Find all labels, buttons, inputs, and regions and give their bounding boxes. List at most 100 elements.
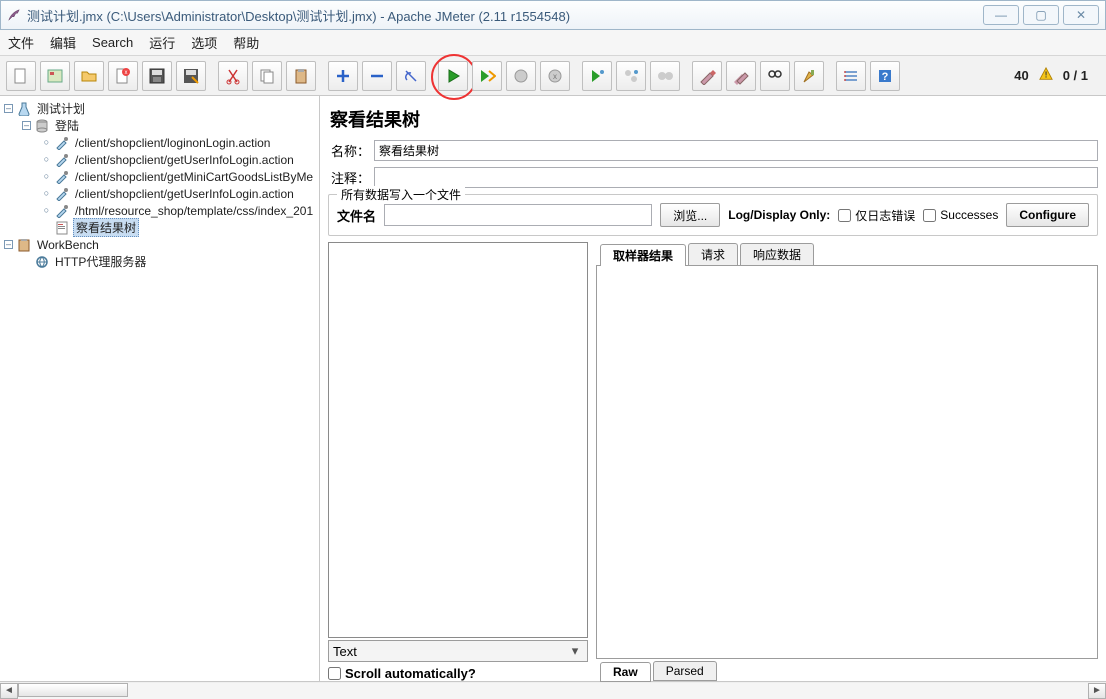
tab-parsed[interactable]: Parsed [653,661,717,681]
tab-response[interactable]: 响应数据 [740,243,814,265]
save-as-button[interactable] [176,61,206,91]
scroll-right-icon[interactable]: ► [1088,683,1106,699]
clear-button[interactable] [692,61,722,91]
leaf-icon: ○ [42,172,51,181]
menu-bar: 文件 编辑 Search 运行 选项 帮助 [0,30,1106,56]
leaf-icon: ○ [42,155,51,164]
remote-start-button[interactable] [582,61,612,91]
right-panel: 察看结果树 名称： 注释： 所有数据写入一个文件 文件名 浏览... Log/D… [320,96,1106,681]
toggle-icon[interactable]: – [4,240,13,249]
toggle-icon[interactable]: – [4,104,13,113]
new-button[interactable] [6,61,36,91]
dropper-icon [55,187,69,201]
tree-sampler[interactable]: ○/client/shopclient/getUserInfoLogin.act… [0,185,319,202]
scroll-thumb[interactable] [18,683,128,697]
start-button[interactable] [438,61,468,91]
close-button[interactable]: ✕ [1063,5,1099,25]
filename-input[interactable] [384,204,652,226]
dropper-icon [55,204,69,218]
tree-sampler[interactable]: ○/client/shopclient/getMiniCartGoodsList… [0,168,319,185]
tab-sampler-result[interactable]: 取样器结果 [600,244,686,266]
menu-search[interactable]: Search [92,35,133,50]
panel-title: 察看结果树 [328,102,1098,140]
name-input[interactable] [374,140,1098,161]
warning-icon: ! [1039,67,1053,84]
toolbar: x x ? 40 ! 0 / 1 [0,56,1106,96]
help-button[interactable]: ? [870,61,900,91]
logdisplay-label: Log/Display Only: [728,208,830,222]
results-list[interactable] [328,242,588,638]
page-icon [55,221,69,235]
remote-start-all-button[interactable] [616,61,646,91]
expand-button[interactable] [328,61,358,91]
horizontal-scrollbar[interactable]: ◄ ► [0,681,1106,699]
shutdown-button[interactable]: x [540,61,570,91]
tree-root[interactable]: – 测试计划 [0,100,319,117]
remote-stop-button[interactable] [650,61,680,91]
window-controls: — ▢ ✕ [979,5,1099,25]
toggle-icon[interactable]: – [22,121,31,130]
dropper-icon [55,136,69,150]
copy-button[interactable] [252,61,282,91]
dropper-icon [55,170,69,184]
function-helper-button[interactable] [836,61,866,91]
status-count: 40 [1014,68,1028,83]
tree-sampler[interactable]: ○/client/shopclient/getUserInfoLogin.act… [0,151,319,168]
leaf-icon: ○ [42,206,51,215]
leaf-icon: ○ [42,189,51,198]
status-ratio: 0 / 1 [1063,68,1088,83]
result-tabs: 取样器结果 请求 响应数据 [596,242,1098,266]
tab-raw[interactable]: Raw [600,662,651,682]
save-button[interactable] [142,61,172,91]
scroll-left-icon[interactable]: ◄ [0,683,18,699]
tree-workbench[interactable]: – WorkBench [0,236,319,253]
renderer-combo[interactable]: Text ▾ [328,640,588,662]
reset-search-button[interactable] [794,61,824,91]
status-area: 40 ! 0 / 1 [1014,67,1102,84]
errors-only-checkbox[interactable]: 仅日志错误 [838,207,915,224]
tree-listener-selected[interactable]: 察看结果树 [0,219,319,236]
comment-row: 注释： [328,167,1098,188]
paste-button[interactable] [286,61,316,91]
filename-label: 文件名 [337,206,376,225]
start-no-pause-button[interactable] [472,61,502,91]
menu-run[interactable]: 运行 [149,33,175,52]
app-icon [7,8,21,22]
leaf-icon: ○ [42,138,51,147]
tree-thread-group[interactable]: – 登陆 [0,117,319,134]
menu-file[interactable]: 文件 [8,33,34,52]
svg-text:x: x [125,70,128,76]
cut-button[interactable] [218,61,248,91]
scroll-auto-checkbox[interactable]: Scroll automatically? [328,662,588,681]
flask-icon [17,102,31,116]
dropper-icon [55,153,69,167]
results-right: 取样器结果 请求 响应数据 Raw Parsed [596,242,1098,681]
collapse-button[interactable] [362,61,392,91]
menu-edit[interactable]: 编辑 [50,33,76,52]
scroll-track[interactable] [18,683,1088,699]
menu-help[interactable]: 帮助 [233,33,259,52]
close-file-button[interactable]: x [108,61,138,91]
menu-options[interactable]: 选项 [191,33,217,52]
successes-checkbox[interactable]: Successes [923,208,998,222]
tree-sampler[interactable]: ○/client/shopclient/loginonLogin.action [0,134,319,151]
name-row: 名称： [328,140,1098,161]
svg-text:x: x [553,72,557,81]
clear-all-button[interactable] [726,61,756,91]
search-toolbar-button[interactable] [760,61,790,91]
toggle-button[interactable] [396,61,426,91]
comment-input[interactable] [374,167,1098,188]
tab-request[interactable]: 请求 [688,243,738,265]
minimize-button[interactable]: — [983,5,1019,25]
configure-button[interactable]: Configure [1006,203,1089,227]
svg-text:!: ! [1044,71,1047,80]
chevron-down-icon: ▾ [567,643,583,659]
templates-button[interactable] [40,61,70,91]
browse-button[interactable]: 浏览... [660,203,720,227]
open-button[interactable] [74,61,104,91]
maximize-button[interactable]: ▢ [1023,5,1059,25]
window-title: 测试计划.jmx (C:\Users\Administrator\Desktop… [27,6,570,25]
tree-proxy[interactable]: HTTP代理服务器 [0,253,319,270]
tree-sampler[interactable]: ○/html/resource_shop/template/css/index_… [0,202,319,219]
stop-button[interactable] [506,61,536,91]
